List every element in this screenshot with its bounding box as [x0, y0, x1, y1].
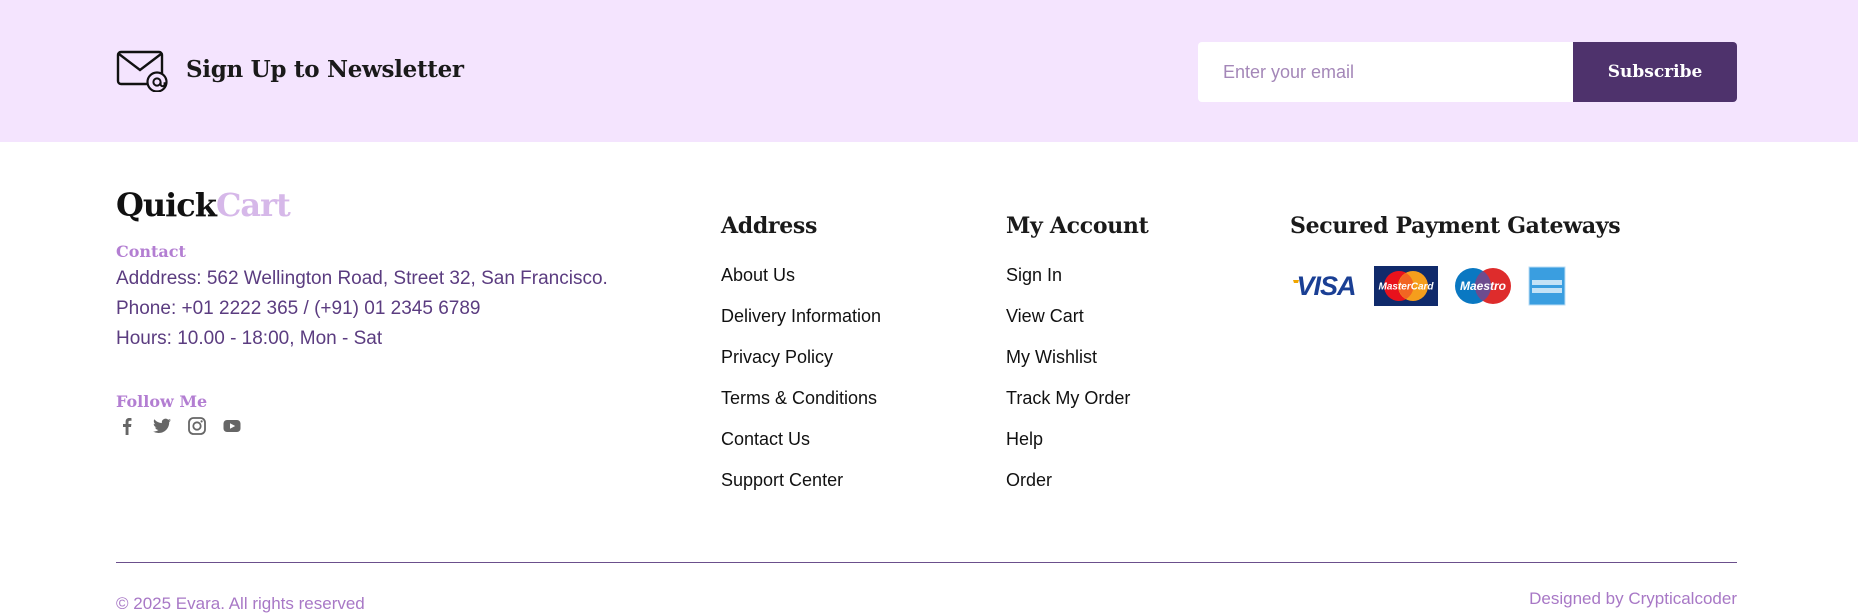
- address-column-heading: Address: [721, 213, 818, 239]
- youtube-icon[interactable]: [221, 414, 243, 438]
- twitter-icon[interactable]: [151, 414, 173, 438]
- contact-hours: Hours: 10.00 - 18:00, Mon - Sat: [116, 328, 383, 349]
- footer-link-support-center[interactable]: Support Center: [721, 470, 881, 511]
- account-links: Sign In View Cart My Wishlist Track My O…: [1006, 265, 1130, 511]
- facebook-icon[interactable]: [116, 414, 138, 438]
- mail-at-icon: [116, 50, 170, 93]
- contact-phone: Phone: +01 2222 365 / (+91) 01 2345 6789: [116, 298, 481, 319]
- mastercard-icon: MasterCard: [1374, 266, 1438, 311]
- footer-link-terms-conditions[interactable]: Terms & Conditions: [721, 388, 881, 429]
- copyright-text: © 2025 Evara. All rights reserved: [116, 594, 365, 613]
- instagram-icon[interactable]: [186, 414, 208, 438]
- contact-address: Adddress: 562 Wellington Road, Street 32…: [116, 268, 608, 289]
- newsletter-form: Subscribe: [1198, 42, 1737, 102]
- address-links: About Us Delivery Information Privacy Po…: [721, 265, 881, 511]
- footer-link-my-wishlist[interactable]: My Wishlist: [1006, 347, 1130, 388]
- footer-link-view-cart[interactable]: View Cart: [1006, 306, 1130, 347]
- newsletter-title: Sign Up to Newsletter: [186, 56, 464, 83]
- brand-logo-part2: Cart: [215, 186, 291, 224]
- footer-link-contact-us[interactable]: Contact Us: [721, 429, 881, 470]
- payment-logos: VISA MasterCard Maestro: [1290, 266, 1566, 311]
- footer-link-about-us[interactable]: About Us: [721, 265, 881, 306]
- footer-link-order[interactable]: Order: [1006, 470, 1130, 511]
- footer-divider: [116, 562, 1737, 563]
- newsletter-banner: Sign Up to Newsletter Subscribe: [0, 0, 1858, 142]
- subscribe-button[interactable]: Subscribe: [1573, 42, 1737, 102]
- american-express-icon: [1528, 266, 1566, 311]
- social-links: [116, 414, 243, 438]
- visa-icon: VISA: [1290, 266, 1362, 311]
- footer-link-delivery-information[interactable]: Delivery Information: [721, 306, 881, 347]
- email-input[interactable]: [1198, 42, 1573, 102]
- maestro-icon: Maestro: [1450, 266, 1516, 311]
- follow-heading: Follow Me: [116, 392, 208, 411]
- payments-heading: Secured Payment Gateways: [1290, 213, 1621, 239]
- account-column-heading: My Account: [1006, 213, 1149, 239]
- designed-by-link[interactable]: Designed by Crypticalcoder: [1529, 589, 1737, 609]
- footer-link-sign-in[interactable]: Sign In: [1006, 265, 1130, 306]
- footer-link-help[interactable]: Help: [1006, 429, 1130, 470]
- svg-text:VISA: VISA: [1296, 271, 1355, 301]
- brand-logo-part1: Quick: [116, 186, 217, 224]
- svg-text:MasterCard: MasterCard: [1378, 282, 1434, 293]
- contact-heading: Contact: [116, 242, 186, 261]
- brand-logo[interactable]: QuickCart: [116, 186, 291, 224]
- svg-text:Maestro: Maestro: [1460, 279, 1506, 293]
- footer-link-track-my-order[interactable]: Track My Order: [1006, 388, 1130, 429]
- footer-link-privacy-policy[interactable]: Privacy Policy: [721, 347, 881, 388]
